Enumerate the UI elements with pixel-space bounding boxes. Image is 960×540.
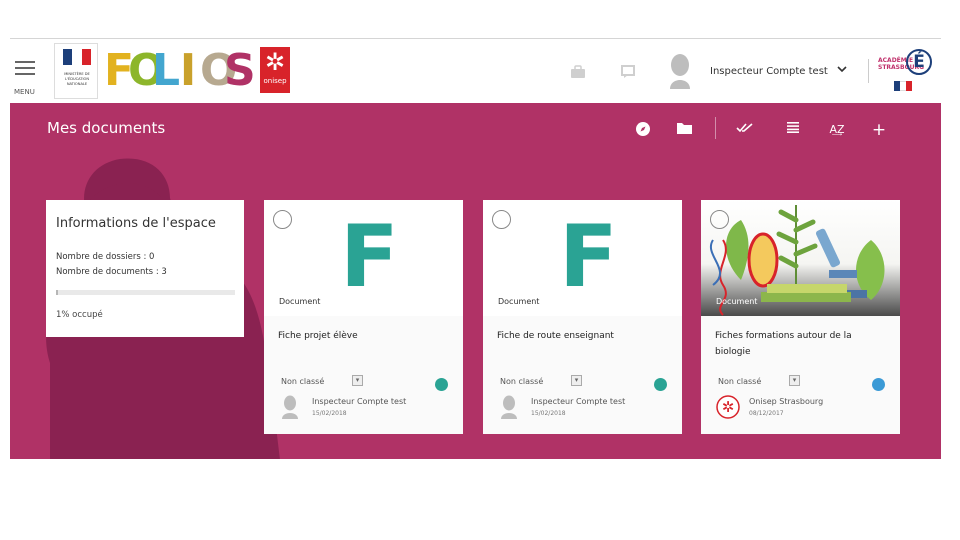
status-dot <box>654 378 667 391</box>
chat-icon[interactable] <box>620 65 636 79</box>
onisep-logo[interactable]: ✲ onisep <box>260 47 290 93</box>
header-divider <box>868 59 869 83</box>
card-thumbnail[interactable]: F Document <box>483 200 682 316</box>
storage-used: 1% occupé <box>56 310 103 320</box>
card-type: Document <box>498 297 540 306</box>
card-title[interactable]: Fiche de route enseignant <box>497 328 672 344</box>
onisep-star-icon: ✲ <box>264 48 286 76</box>
onisep-label: onisep <box>263 77 287 85</box>
briefcase-icon[interactable] <box>570 65 586 79</box>
user-avatar[interactable] <box>666 53 694 89</box>
folios-letter: L <box>152 45 181 96</box>
compass-icon[interactable] <box>634 121 652 139</box>
card-classification: Non classé <box>718 377 762 386</box>
space-info-panel: Informations de l'espace Nombre de dossi… <box>46 200 244 337</box>
select-radio[interactable] <box>492 210 511 229</box>
document-card[interactable]: F Document Fiche de route enseignant Non… <box>483 200 682 434</box>
card-classification: Non classé <box>281 377 325 386</box>
menu-label: MENU <box>14 88 35 96</box>
author-avatar <box>279 395 301 419</box>
hamburger-icon-bar <box>15 67 35 69</box>
card-thumbnail[interactable]: Document <box>701 200 900 316</box>
card-thumbnail[interactable]: F Document <box>264 200 463 316</box>
top-header: MENU MINISTÈRE DE L'ÉDUCATION NATIONALE … <box>10 39 941 103</box>
classification-dropdown[interactable]: ▾ <box>352 375 363 386</box>
card-author: Inspecteur Compte test <box>531 397 626 406</box>
classification-dropdown[interactable]: ▾ <box>789 375 800 386</box>
toolbar-divider <box>715 117 716 139</box>
card-date: 08/12/2017 <box>749 410 784 417</box>
plus-icon[interactable]: + <box>870 121 888 139</box>
page-title: Mes documents <box>47 119 166 137</box>
document-letter-icon: F <box>340 207 399 307</box>
document-card[interactable]: F Document Fiche projet élève Non classé… <box>264 200 463 434</box>
select-radio[interactable] <box>710 210 729 229</box>
sort-az-icon[interactable]: A͢Z <box>828 121 846 139</box>
card-date: 15/02/2018 <box>312 410 347 417</box>
french-flag-icon <box>894 81 912 91</box>
user-name[interactable]: Inspecteur Compte test <box>710 66 828 77</box>
folios-letter: O <box>200 45 238 96</box>
academie-logo[interactable]: ACADÉMIE STRASBOURG É <box>878 45 934 97</box>
document-card[interactable]: Document Fiches formations autour de la … <box>701 200 900 434</box>
app-frame: MENU MINISTÈRE DE L'ÉDUCATION NATIONALE … <box>10 38 941 459</box>
list-icon[interactable] <box>784 121 802 139</box>
select-radio[interactable] <box>273 210 292 229</box>
folios-logo[interactable]: FOLIOS <box>104 45 256 97</box>
menu-button[interactable]: MENU <box>14 61 38 96</box>
card-date: 15/02/2018 <box>531 410 566 417</box>
status-dot <box>435 378 448 391</box>
check-all-icon[interactable] <box>736 121 754 139</box>
classification-dropdown[interactable]: ▾ <box>571 375 582 386</box>
folios-letter: F <box>104 45 135 96</box>
storage-bar-fill <box>56 290 58 295</box>
space-info-title: Informations de l'espace <box>56 216 216 231</box>
storage-bar <box>56 290 235 295</box>
hamburger-icon-bar <box>15 73 35 75</box>
card-title[interactable]: Fiches formations autour de la biologie <box>715 328 890 360</box>
folios-letter: S <box>224 45 256 96</box>
card-type: Document <box>279 297 321 306</box>
ministry-logo-text: MINISTÈRE DE L'ÉDUCATION NATIONALE <box>64 72 90 86</box>
hamburger-icon <box>15 61 35 63</box>
card-type: Document <box>716 297 758 306</box>
documents-count: Nombre de documents : 3 <box>56 267 167 277</box>
academie-letter: É <box>906 49 932 75</box>
ministry-logo[interactable]: MINISTÈRE DE L'ÉDUCATION NATIONALE <box>54 43 98 99</box>
folios-letter: O <box>128 45 166 96</box>
folders-count: Nombre de dossiers : 0 <box>56 252 155 262</box>
chevron-down-icon[interactable] <box>836 63 848 77</box>
folios-letter: I <box>179 45 197 96</box>
card-author: Onisep Strasbourg <box>749 397 824 406</box>
author-avatar <box>498 395 520 419</box>
card-title[interactable]: Fiche projet élève <box>278 328 453 344</box>
svg-text:✲: ✲ <box>722 398 735 416</box>
onisep-avatar-icon: ✲ <box>716 395 740 419</box>
academie-text: ACADÉMIE STRASBOURG <box>878 57 925 71</box>
card-author: Inspecteur Compte test <box>312 397 407 406</box>
card-classification: Non classé <box>500 377 544 386</box>
documents-area: Mes documents A͢Z + Informations de l'es… <box>10 103 941 459</box>
document-letter-icon: F <box>559 207 618 307</box>
folder-icon[interactable] <box>675 121 693 139</box>
status-dot <box>872 378 885 391</box>
french-flag-icon <box>63 49 91 65</box>
